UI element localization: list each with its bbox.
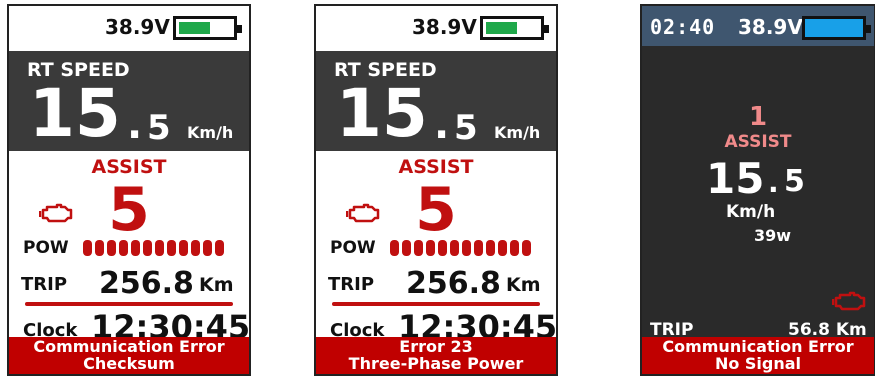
error-title: Communication Error [33, 337, 225, 356]
speed-integer: 15 [29, 75, 121, 152]
battery-icon [480, 16, 549, 40]
speed-decimal: 5 [454, 108, 478, 148]
battery-fill [807, 22, 861, 34]
power-segment [438, 240, 447, 256]
error-detail: Three-Phase Power [348, 354, 524, 373]
divider [25, 302, 233, 306]
status-bar: 02:40 38.9V [642, 6, 874, 46]
power-bar-gauge [390, 240, 534, 256]
power-segment [510, 240, 519, 256]
speed-decimal-point: . [434, 102, 450, 148]
power-segment [462, 240, 471, 256]
speed-decimal: 5 [147, 108, 171, 148]
trip-value: 256.8 [99, 266, 194, 301]
error-detail: No Signal [714, 354, 802, 373]
time-readout: 02:40 [650, 15, 716, 39]
error-banner: Communication Error Checksum [9, 337, 249, 374]
error-banner: Communication Error No Signal [642, 337, 874, 374]
power-segment [498, 240, 507, 256]
speed-decimal: 5 [784, 164, 805, 199]
power-segment [426, 240, 435, 256]
display-screen-2: 38.9V RT SPEED 15 . 5 Km/h ASSIST 5 POW … [314, 4, 558, 376]
error-title: Error 23 [399, 337, 473, 356]
trip-value: 256.8 [406, 266, 501, 301]
power-bar-gauge [83, 240, 227, 256]
assist-label: ASSIST [724, 132, 792, 152]
speed-unit: Km/h [726, 202, 776, 222]
power-readout: 39w [754, 226, 792, 245]
power-segment [179, 240, 188, 256]
speed-integer: 15 [706, 154, 765, 203]
power-segment [119, 240, 128, 256]
power-label: POW [330, 238, 376, 258]
assist-level: 1 [748, 102, 768, 132]
battery-fill [179, 22, 210, 34]
status-bar: 38.9V [316, 6, 556, 48]
speed-integer: 15 [336, 75, 428, 152]
voltage-readout: 38.9V [738, 15, 803, 39]
trip-label: TRIP [21, 274, 68, 295]
power-segment [215, 240, 224, 256]
power-segment [95, 240, 104, 256]
display-screen-3: 02:40 38.9V 1 ASSIST 15 . 5 Km/h 39w TRI… [640, 4, 875, 376]
battery-fill [486, 22, 517, 34]
speed-decimal-point: . [127, 102, 143, 148]
power-segment [131, 240, 140, 256]
display-screen-1: 38.9V RT SPEED 15 . 5 Km/h ASSIST 5 POW … [7, 4, 251, 376]
battery-icon [802, 16, 871, 40]
error-detail: Checksum [83, 354, 175, 373]
error-banner: Error 23 Three-Phase Power [316, 337, 556, 374]
speed-unit: Km/h [494, 123, 541, 142]
power-segment [450, 240, 459, 256]
voltage-readout: 38.9V [412, 15, 477, 39]
trip-label: TRIP [328, 274, 375, 295]
speed-panel: RT SPEED 15 . 5 Km/h [316, 51, 556, 151]
speed-unit: Km/h [187, 123, 234, 142]
power-segment [414, 240, 423, 256]
power-segment [191, 240, 200, 256]
error-title: Communication Error [662, 337, 854, 356]
power-segment [402, 240, 411, 256]
power-label: POW [23, 238, 69, 258]
divider [332, 302, 540, 306]
power-segment [474, 240, 483, 256]
engine-warning-icon [346, 203, 380, 223]
power-segment [83, 240, 92, 256]
power-segment [155, 240, 164, 256]
engine-warning-icon [39, 203, 73, 223]
power-segment [143, 240, 152, 256]
power-segment [522, 240, 531, 256]
power-segment [390, 240, 399, 256]
power-segment [486, 240, 495, 256]
trip-unit: Km [199, 274, 234, 296]
battery-icon [173, 16, 242, 40]
voltage-readout: 38.9V [105, 15, 170, 39]
engine-warning-icon [832, 291, 866, 311]
power-segment [203, 240, 212, 256]
speed-panel: RT SPEED 15 . 5 Km/h [9, 51, 249, 151]
power-segment [107, 240, 116, 256]
power-segment [167, 240, 176, 256]
status-bar: 38.9V [9, 6, 249, 48]
trip-unit: Km [506, 274, 541, 296]
speed-decimal-point: . [768, 166, 779, 199]
